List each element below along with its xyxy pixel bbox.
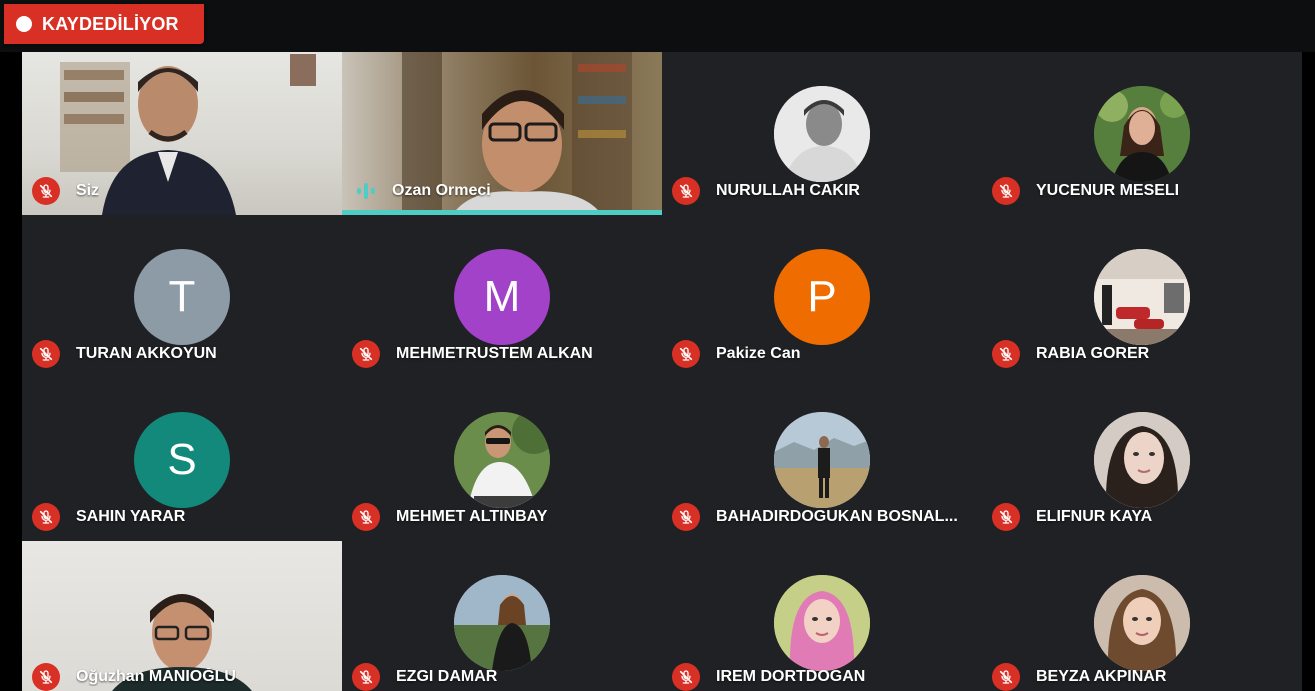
mic-off-icon <box>672 340 700 368</box>
participant-tile-mehmetrustem-alkan[interactable]: M MEHMETRUSTEM ALKAN <box>342 215 662 378</box>
mic-off-icon <box>992 503 1020 531</box>
participant-name: BEYZA AKPINAR <box>1036 668 1167 685</box>
participant-name: ELIFNUR KAYA <box>1036 508 1153 525</box>
participant-label: YUCENUR MESELI <box>992 177 1179 205</box>
participant-name: NURULLAH CAKIR <box>716 182 860 199</box>
participant-tile-pakize-can[interactable]: P Pakize Can <box>662 215 982 378</box>
mic-off-icon <box>672 663 700 691</box>
mic-off-icon <box>992 663 1020 691</box>
participant-name: IREM DORTDOGAN <box>716 668 866 685</box>
participant-tile-beyza-akpinar[interactable]: BEYZA AKPINAR <box>982 541 1302 691</box>
participant-tile-nurullah-cakir[interactable]: NURULLAH CAKIR <box>662 52 982 215</box>
participant-label: MEHMET ALTINBAY <box>352 503 547 531</box>
participant-tile-turan-akkoyun[interactable]: T TURAN AKKOYUN <box>22 215 342 378</box>
initial-avatar: M <box>454 249 550 345</box>
participant-name: MEHMET ALTINBAY <box>396 508 548 525</box>
meeting-stage: KAYDEDİLİYOR Siz Ozan Ormeci NURULLAH CA… <box>0 0 1315 691</box>
participant-grid: Siz Ozan Ormeci NURULLAH CAKIR YUCENUR M… <box>22 52 1302 691</box>
recording-indicator: KAYDEDİLİYOR <box>4 4 204 44</box>
mic-off-icon <box>352 663 380 691</box>
participant-name: SAHIN YARAR <box>76 508 186 525</box>
avatar-initial: P <box>807 272 837 321</box>
mic-off-icon <box>32 663 60 691</box>
avatar-initial: S <box>167 435 197 484</box>
participant-label: IREM DORTDOGAN <box>672 663 865 691</box>
participant-name: Siz <box>76 182 100 199</box>
participant-tile-ozan-ormeci[interactable]: Ozan Ormeci <box>342 52 662 215</box>
participant-label: ELIFNUR KAYA <box>992 503 1152 531</box>
participant-name: Pakize Can <box>716 345 801 362</box>
participant-label: Siz <box>32 177 99 205</box>
participant-label: SAHIN YARAR <box>32 503 185 531</box>
mic-off-icon <box>32 177 60 205</box>
mic-off-icon <box>992 177 1020 205</box>
mic-off-icon <box>672 177 700 205</box>
avatar-initial: T <box>168 272 196 321</box>
participant-photo-avatar <box>1094 412 1190 508</box>
participant-photo-avatar <box>454 412 550 508</box>
participant-photo-avatar <box>1094 86 1190 182</box>
participant-name: Ozan Ormeci <box>392 182 491 199</box>
participant-tile-yucenur-meseli[interactable]: YUCENUR MESELI <box>982 52 1302 215</box>
avatar-initial: M <box>483 272 521 321</box>
participant-name: TURAN AKKOYUN <box>76 345 217 362</box>
participant-label: Oğuzhan MANIOĞLU <box>32 663 236 691</box>
participant-tile-sahin-yarar[interactable]: S SAHIN YARAR <box>22 378 342 541</box>
mic-off-icon <box>992 340 1020 368</box>
participant-tile-bahadirdogukan-bosnal[interactable]: BAHADIRDOGUKAN BOSNAL... <box>662 378 982 541</box>
participant-label: Ozan Ormeci <box>352 177 491 205</box>
initial-avatar: T <box>134 249 230 345</box>
participant-name: EZGI DAMAR <box>396 668 498 685</box>
participant-photo-avatar <box>774 86 870 182</box>
participant-photo-avatar <box>1094 249 1190 345</box>
participant-photo-avatar <box>1094 575 1190 671</box>
mic-off-icon <box>32 340 60 368</box>
participant-name: BAHADIRDOGUKAN BOSNAL... <box>716 508 958 525</box>
participant-label: TURAN AKKOYUN <box>32 340 217 368</box>
participant-tile-rabia-gorer[interactable]: RABIA GORER <box>982 215 1302 378</box>
participant-tile-oguzhan-manioglu[interactable]: Oğuzhan MANIOĞLU <box>22 541 342 691</box>
participant-label: EZGI DAMAR <box>352 663 497 691</box>
participant-label: BEYZA AKPINAR <box>992 663 1166 691</box>
participant-name: Oğuzhan MANIOĞLU <box>76 668 236 685</box>
participant-label: Pakize Can <box>672 340 800 368</box>
participant-tile-self[interactable]: Siz <box>22 52 342 215</box>
participant-label: MEHMETRUSTEM ALKAN <box>352 340 593 368</box>
recording-label: KAYDEDİLİYOR <box>42 13 179 34</box>
participant-photo-avatar <box>774 575 870 671</box>
participant-name: YUCENUR MESELI <box>1036 182 1180 199</box>
audio-level-icon <box>352 177 380 205</box>
mic-off-icon <box>32 503 60 531</box>
participant-label: BAHADIRDOGUKAN BOSNAL... <box>672 503 958 531</box>
mic-off-icon <box>672 503 700 531</box>
mic-off-icon <box>352 503 380 531</box>
participant-tile-ezgi-damar[interactable]: EZGI DAMAR <box>342 541 662 691</box>
participant-tile-mehmet-altinbay[interactable]: MEHMET ALTINBAY <box>342 378 662 541</box>
recording-dot-icon <box>16 16 32 32</box>
participant-tile-irem-dortdogan[interactable]: IREM DORTDOGAN <box>662 541 982 691</box>
participant-photo-avatar <box>454 575 550 671</box>
initial-avatar: S <box>134 412 230 508</box>
participant-name: RABIA GORER <box>1036 345 1150 362</box>
participant-label: NURULLAH CAKIR <box>672 177 860 205</box>
participant-photo-avatar <box>774 412 870 508</box>
initial-avatar: P <box>774 249 870 345</box>
participant-tile-elifnur-kaya[interactable]: ELIFNUR KAYA <box>982 378 1302 541</box>
participant-label: RABIA GORER <box>992 340 1149 368</box>
mic-off-icon <box>352 340 380 368</box>
participant-name: MEHMETRUSTEM ALKAN <box>396 345 593 362</box>
